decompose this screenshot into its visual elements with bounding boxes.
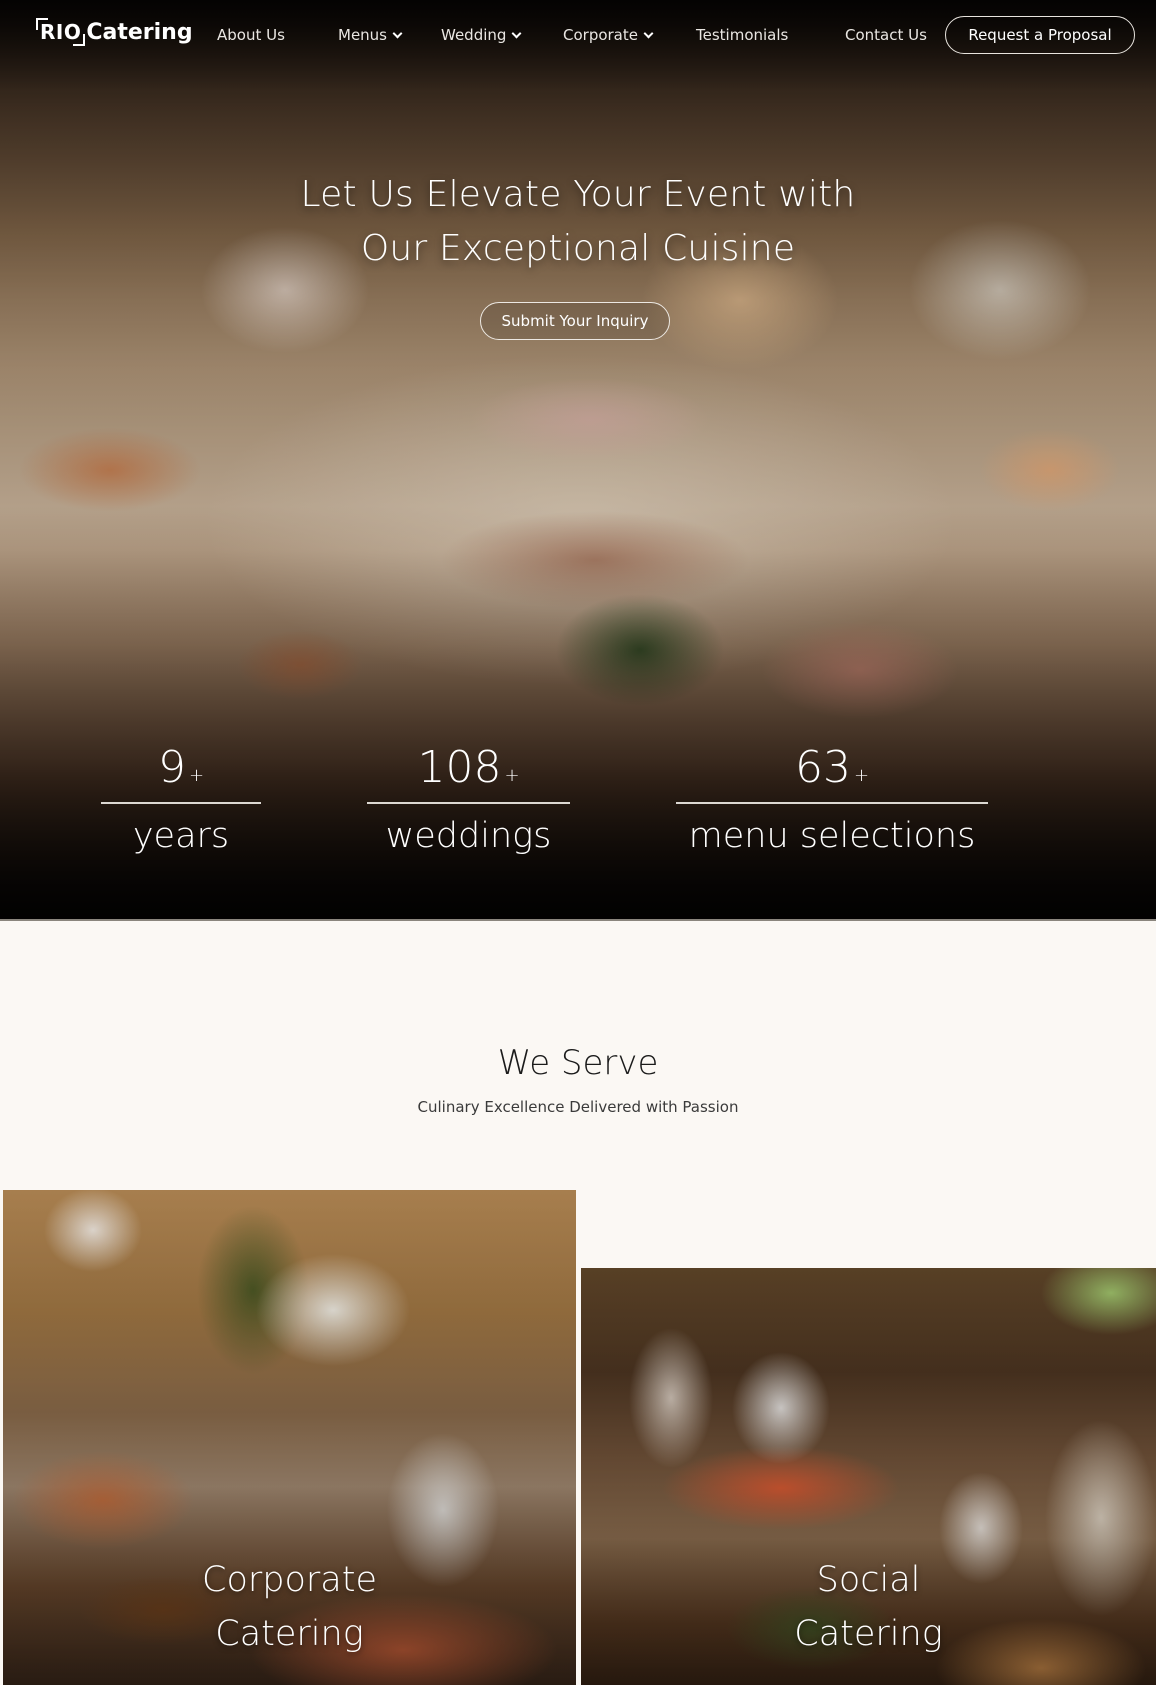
nav-item-about-us[interactable]: About Us (217, 26, 285, 44)
hero-title-line-1: Let Us Elevate Your Event with (300, 174, 856, 215)
request-proposal-button[interactable]: Request a Proposal (945, 16, 1135, 54)
card-title-line-2: Catering (794, 1614, 943, 1654)
hero-divider (0, 919, 1156, 921)
stat-menu-selections: 63 + menu selections (676, 740, 988, 858)
hero-title: Let Us Elevate Your Event with Our Excep… (0, 168, 1156, 276)
nav-item-label: Wedding (441, 26, 507, 44)
stat-value-wrap: 9 + (101, 740, 261, 796)
nav-item-label: Corporate (563, 26, 638, 44)
nav-item-menus[interactable]: Menus (338, 26, 403, 44)
stat-value-wrap: 63 + (676, 740, 988, 796)
card-title-line-2: Catering (215, 1614, 364, 1654)
chevron-down-icon (392, 28, 403, 38)
stat-divider (676, 802, 988, 804)
stat-label: menu selections (688, 816, 976, 856)
stat-suffix: + (853, 765, 870, 786)
nav-item-corporate[interactable]: Corporate (563, 26, 654, 44)
nav-item-testimonials[interactable]: Testimonials (696, 26, 788, 44)
stat-label: weddings (385, 816, 552, 856)
nav-item-contact-us[interactable]: Contact Us (845, 26, 927, 44)
stat-divider (101, 802, 261, 804)
logo-text: Catering (86, 19, 193, 45)
card-title: Corporate Catering (3, 1553, 576, 1661)
card-title: Social Catering (581, 1553, 1156, 1661)
hero-title-line-2: Our Exceptional Cuisine (360, 228, 796, 269)
nav-item-label: Menus (338, 26, 387, 44)
chevron-down-icon (643, 28, 654, 38)
stat-suffix: + (504, 765, 520, 786)
stat-value: 63 (794, 742, 851, 793)
section-subtitle: Culinary Excellence Delivered with Passi… (417, 1098, 739, 1116)
stat-years: 9 + years (101, 740, 261, 858)
top-navigation: RIO Catering About Us Menus Wedding Corp… (0, 0, 1156, 72)
submit-inquiry-button[interactable]: Submit Your Inquiry (480, 302, 670, 340)
logo-mark: RIO (35, 18, 86, 46)
stat-suffix: + (188, 765, 205, 786)
stat-value-wrap: 108 + (367, 740, 570, 796)
section-title: We Serve (497, 1043, 659, 1083)
logo[interactable]: RIO Catering (35, 18, 193, 46)
stat-label: years (132, 816, 230, 856)
stat-value: 108 (417, 742, 502, 793)
social-catering-card[interactable]: Social Catering (581, 1268, 1156, 1685)
nav-item-label: Contact Us (845, 26, 927, 44)
corporate-catering-card[interactable]: Corporate Catering (3, 1190, 576, 1685)
chevron-down-icon (511, 28, 522, 38)
stat-value: 9 (157, 742, 186, 793)
card-title-line-1: Social (816, 1560, 921, 1600)
card-title-line-1: Corporate (202, 1560, 377, 1600)
nav-item-wedding[interactable]: Wedding (441, 26, 522, 44)
nav-item-label: About Us (217, 26, 285, 44)
stat-divider (367, 802, 570, 804)
stat-weddings: 108 + weddings (367, 740, 570, 858)
nav-item-label: Testimonials (696, 26, 789, 44)
